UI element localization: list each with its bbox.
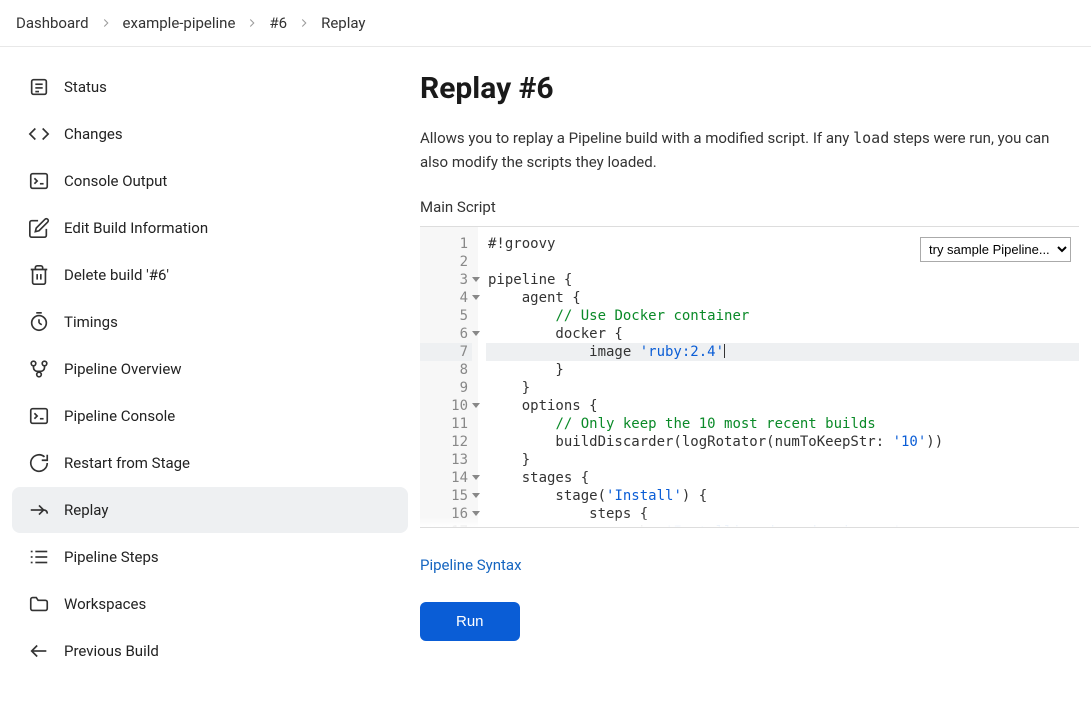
- sidebar-item-label: Status: [64, 78, 107, 96]
- sidebar-item-timings[interactable]: Timings: [12, 299, 408, 345]
- gutter-line: 14: [420, 469, 472, 487]
- sidebar-item-pipeline-console[interactable]: Pipeline Console: [12, 393, 408, 439]
- sidebar-item-label: Changes: [64, 125, 123, 143]
- sidebar-item-label: Restart from Stage: [64, 454, 190, 472]
- script-label: Main Script: [420, 198, 1079, 216]
- code-line[interactable]: pipeline {: [486, 271, 1079, 289]
- code-editor[interactable]: try sample Pipeline... 12345678910111213…: [420, 226, 1079, 528]
- desc-code: load: [853, 129, 889, 147]
- sidebar-item-label: Pipeline Overview: [64, 360, 182, 378]
- code-line[interactable]: echo 'Installing dependencies...': [486, 523, 1079, 527]
- gutter-line: 4: [420, 289, 472, 307]
- gutter-line: 7: [420, 343, 472, 361]
- gutter-line: 12: [420, 433, 472, 451]
- restart-icon: [28, 452, 50, 474]
- status-icon: [28, 76, 50, 98]
- sidebar-item-replay[interactable]: Replay: [12, 487, 408, 533]
- sample-pipeline-select[interactable]: try sample Pipeline...: [920, 237, 1071, 262]
- sidebar: Status Changes Console Output Edit Build In…: [0, 47, 420, 691]
- console-icon: [28, 170, 50, 192]
- breadcrumb: Dashboard example-pipeline #6 Replay: [0, 0, 1091, 47]
- code-line[interactable]: // Only keep the 10 most recent builds: [486, 415, 1079, 433]
- editor-gutter: 1234567891011121314151617: [420, 227, 478, 527]
- gutter-line: 13: [420, 451, 472, 469]
- sidebar-item-label: Previous Build: [64, 642, 159, 660]
- trash-icon: [28, 264, 50, 286]
- sidebar-item-changes[interactable]: Changes: [12, 111, 408, 157]
- gutter-line: 8: [420, 361, 472, 379]
- breadcrumb-item[interactable]: example-pipeline: [123, 14, 236, 32]
- gutter-line: 16: [420, 505, 472, 523]
- code-line[interactable]: agent {: [486, 289, 1079, 307]
- code-line[interactable]: }: [486, 379, 1079, 397]
- code-line[interactable]: steps {: [486, 505, 1079, 523]
- sidebar-item-label: Replay: [64, 501, 108, 519]
- sidebar-item-pipeline-overview[interactable]: Pipeline Overview: [12, 346, 408, 392]
- main-content: Replay #6 Allows you to replay a Pipelin…: [420, 47, 1091, 691]
- sidebar-item-label: Workspaces: [64, 595, 146, 613]
- code-line[interactable]: }: [486, 451, 1079, 469]
- breadcrumb-item[interactable]: Replay: [321, 14, 365, 32]
- code-line[interactable]: options {: [486, 397, 1079, 415]
- code-line[interactable]: stages {: [486, 469, 1079, 487]
- gutter-line: 6: [420, 325, 472, 343]
- sidebar-item-label: Timings: [64, 313, 118, 331]
- gutter-line: 17: [420, 523, 472, 527]
- gutter-line: 9: [420, 379, 472, 397]
- gutter-line: 15: [420, 487, 472, 505]
- breadcrumb-item[interactable]: Dashboard: [16, 14, 89, 32]
- sidebar-item-previous-build[interactable]: Previous Build: [12, 628, 408, 674]
- replay-icon: [28, 499, 50, 521]
- back-icon: [28, 640, 50, 662]
- sidebar-item-label: Pipeline Console: [64, 407, 175, 425]
- gutter-line: 1: [420, 235, 472, 253]
- page-description: Allows you to replay a Pipeline build wi…: [420, 126, 1079, 174]
- timer-icon: [28, 311, 50, 333]
- chevron-right-icon: [245, 16, 259, 30]
- desc-text: Allows you to replay a Pipeline build wi…: [420, 129, 853, 147]
- code-line[interactable]: buildDiscarder(logRotator(numToKeepStr: …: [486, 433, 1079, 451]
- sidebar-item-status[interactable]: Status: [12, 64, 408, 110]
- gutter-line: 11: [420, 415, 472, 433]
- gutter-line: 2: [420, 253, 472, 271]
- sidebar-item-label: Edit Build Information: [64, 219, 208, 237]
- gutter-line: 5: [420, 307, 472, 325]
- steps-icon: [28, 546, 50, 568]
- sidebar-item-pipeline-steps[interactable]: Pipeline Steps: [12, 534, 408, 580]
- gutter-line: 10: [420, 397, 472, 415]
- code-line[interactable]: }: [486, 361, 1079, 379]
- sidebar-item-label: Delete build '#6': [64, 266, 169, 284]
- sidebar-item-delete-build-6[interactable]: Delete build '#6': [12, 252, 408, 298]
- edit-icon: [28, 217, 50, 239]
- code-line[interactable]: stage('Install') {: [486, 487, 1079, 505]
- pipeline-syntax-link[interactable]: Pipeline Syntax: [420, 556, 522, 574]
- code-line[interactable]: docker {: [486, 325, 1079, 343]
- chevron-right-icon: [99, 16, 113, 30]
- code-line[interactable]: // Use Docker container: [486, 307, 1079, 325]
- sidebar-item-label: Console Output: [64, 172, 167, 190]
- changes-icon: [28, 123, 50, 145]
- sidebar-item-console-output[interactable]: Console Output: [12, 158, 408, 204]
- branch-icon: [28, 358, 50, 380]
- sidebar-item-workspaces[interactable]: Workspaces: [12, 581, 408, 627]
- run-button[interactable]: Run: [420, 602, 520, 641]
- console-icon: [28, 405, 50, 427]
- sidebar-item-restart-from-stage[interactable]: Restart from Stage: [12, 440, 408, 486]
- sidebar-item-label: Pipeline Steps: [64, 548, 159, 566]
- folder-icon: [28, 593, 50, 615]
- sidebar-item-edit-build-information[interactable]: Edit Build Information: [12, 205, 408, 251]
- editor-code[interactable]: #!groovypipeline { agent { // Use Docker…: [478, 227, 1079, 527]
- chevron-right-icon: [297, 16, 311, 30]
- gutter-line: 3: [420, 271, 472, 289]
- code-line[interactable]: image 'ruby:2.4': [486, 343, 1079, 361]
- breadcrumb-item[interactable]: #6: [269, 14, 287, 32]
- page-title: Replay #6: [420, 71, 1079, 106]
